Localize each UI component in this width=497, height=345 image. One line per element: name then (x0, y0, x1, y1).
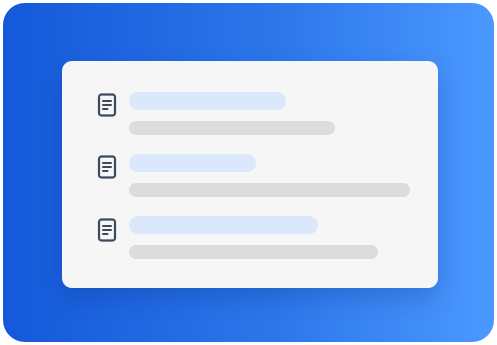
list-item[interactable] (62, 216, 438, 268)
document-list-card (62, 61, 438, 288)
document-icon (97, 93, 117, 117)
title-placeholder (129, 92, 286, 110)
list-item[interactable] (62, 91, 438, 143)
subtitle-placeholder (129, 183, 410, 197)
document-icon (97, 155, 117, 179)
title-placeholder (129, 216, 318, 234)
title-placeholder (129, 154, 256, 172)
list-item[interactable] (62, 154, 438, 206)
document-icon (97, 218, 117, 242)
subtitle-placeholder (129, 121, 335, 135)
gradient-background (3, 3, 494, 342)
subtitle-placeholder (129, 245, 378, 259)
